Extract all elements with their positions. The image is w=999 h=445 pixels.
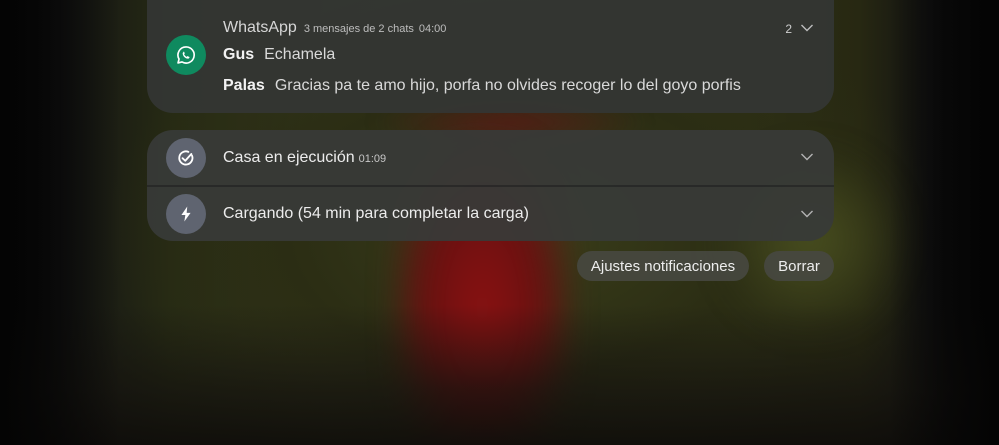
chevron-down-icon[interactable] (800, 209, 814, 219)
whatsapp-icon (166, 35, 206, 75)
notification-settings-button[interactable]: Ajustes notificaciones (577, 251, 749, 281)
message-text: Gracias pa te amo hijo, porfa no olvides… (274, 77, 741, 94)
notification-summary: 3 mensajes de 2 chats (303, 23, 414, 35)
message-sender: Gus (223, 46, 255, 63)
routine-check-icon (166, 138, 206, 178)
chevron-down-icon[interactable] (800, 23, 814, 33)
clear-all-button[interactable]: Borrar (764, 251, 834, 281)
notification-title: Cargando (54 min para completar la carga… (223, 205, 529, 222)
message-count-badge: 2 (785, 22, 792, 36)
message-item[interactable]: Gus Echamela (223, 46, 335, 64)
notification-charging[interactable]: Cargando (54 min para completar la carga… (223, 205, 529, 223)
message-item[interactable]: Palas Gracias pa te amo hijo, porfa no o… (223, 77, 741, 95)
notification-header: WhatsApp 3 mensajes de 2 chats 04:00 (223, 19, 446, 37)
notification-routine[interactable]: Casa en ejecución 01:09 (223, 149, 386, 167)
message-sender: Palas (223, 77, 265, 94)
app-name: WhatsApp (223, 19, 297, 36)
divider (147, 185, 834, 187)
system-notifications-group: Casa en ejecución 01:09 Cargando (54 min… (147, 130, 834, 241)
whatsapp-notification[interactable]: WhatsApp 3 mensajes de 2 chats 04:00 2 G… (147, 0, 834, 113)
notification-time: 04:00 (418, 23, 447, 35)
chevron-down-icon[interactable] (800, 152, 814, 162)
lightning-bolt-icon (166, 194, 206, 234)
notification-time: 01:09 (358, 153, 387, 165)
message-text: Echamela (264, 46, 336, 63)
notification-title: Casa en ejecución (223, 149, 355, 166)
